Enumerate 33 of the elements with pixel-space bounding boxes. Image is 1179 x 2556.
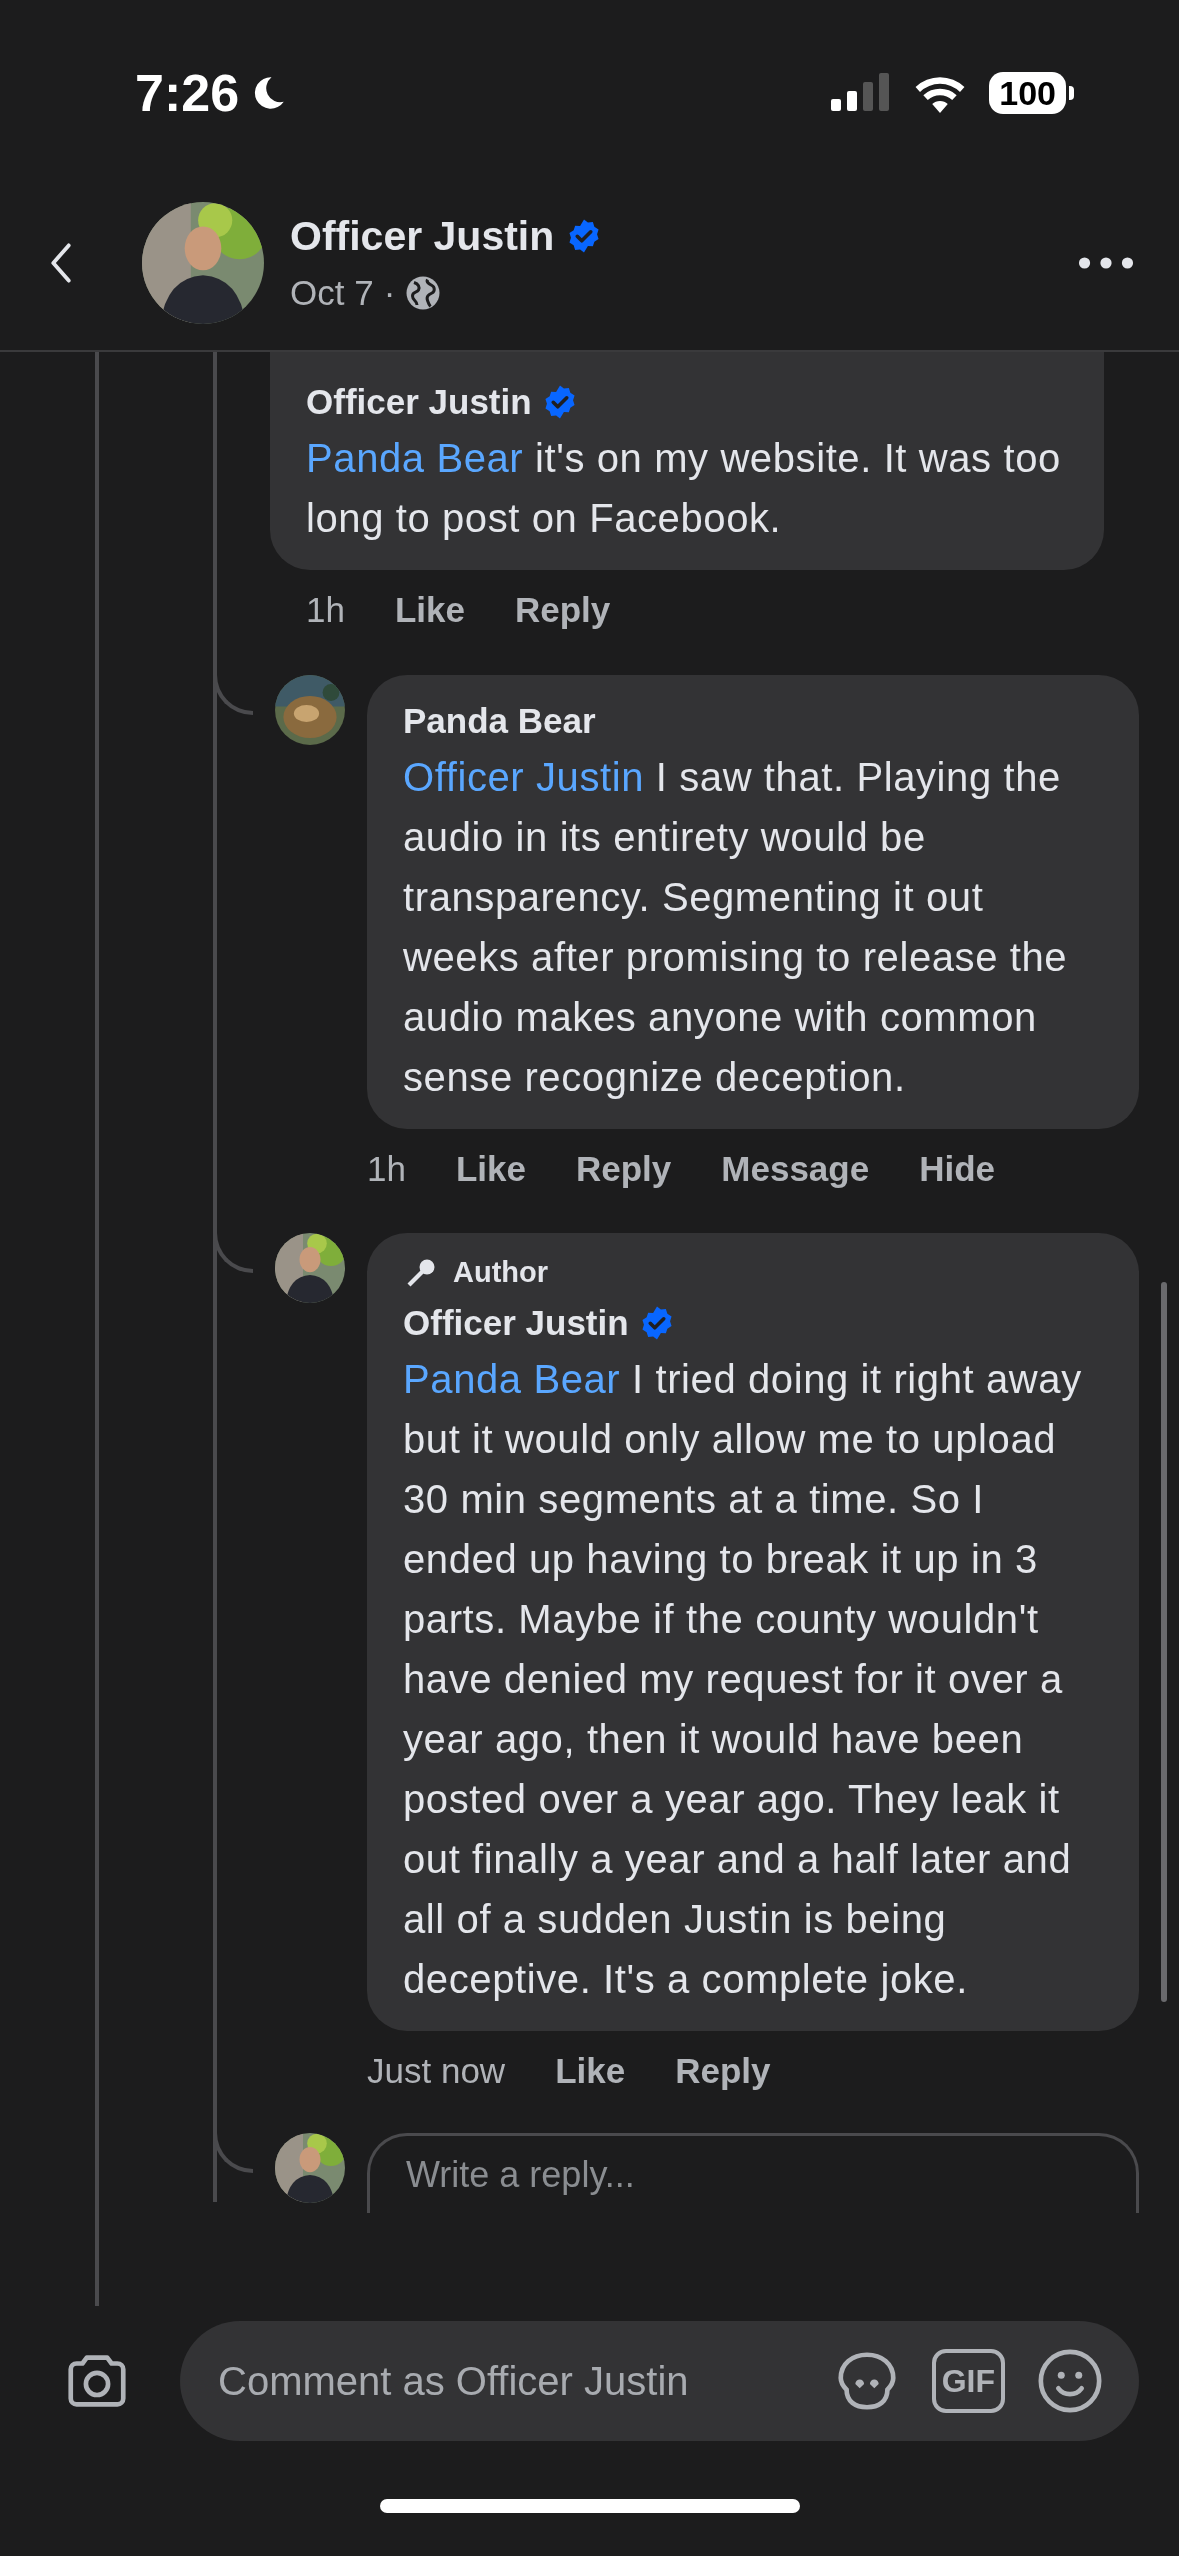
globe-icon [405, 275, 442, 312]
comment-action[interactable]: Reply [576, 1142, 672, 1195]
back-icon[interactable] [50, 241, 72, 284]
post-date: Oct 7 [290, 272, 374, 314]
signal-icon [831, 72, 892, 113]
more-options-icon[interactable] [1078, 255, 1134, 270]
comment-time: 1h [306, 589, 345, 631]
comment-action[interactable]: Like [394, 584, 465, 637]
author-label: Author [453, 1255, 549, 1290]
commenter-name[interactable]: Officer Justin [306, 376, 532, 428]
comment-action[interactable]: Reply [675, 2044, 771, 2097]
comment-time: 1h [367, 1147, 406, 1190]
gif-button[interactable]: GIF [931, 2349, 1005, 2413]
comment-action[interactable]: Reply [515, 584, 611, 637]
reply-field[interactable]: Write a reply... [367, 2133, 1139, 2213]
comment-text: Panda Bear it's on my website. It was too long to post on Facebook. [306, 435, 1062, 542]
comment-action[interactable]: Like [455, 1142, 526, 1195]
mention-link[interactable]: Officer Justin [403, 754, 645, 799]
commenter-name[interactable]: Officer Justin [403, 1296, 629, 1349]
battery-indicator: 100 [989, 71, 1074, 114]
comment-field[interactable]: Comment as Officer Justin GIF [180, 2321, 1139, 2441]
separator-dot: · [383, 272, 396, 314]
commenter-name[interactable]: Panda Bear [403, 694, 596, 747]
comment-text: Officer Justin I saw that. Playing the audio in its entirety would be transparency. Segmenting it out weeks after promising to release the audio makes anyone with common sense recognize deception. [403, 753, 1069, 1101]
mention-link[interactable]: Panda Bear [306, 436, 524, 480]
status-time: 7:26 [135, 62, 240, 124]
mention-link[interactable]: Panda Bear [403, 1356, 621, 1401]
comment-action[interactable]: Like [555, 2044, 626, 2097]
comment-text: Panda Bear I tried doing it right away but it would only allow me to upload 30 min segments at a time. So I ended up having to break it up in 3 parts. Maybe if the county wouldn't have denied my request for it over a year ago, then it would have been posted over a year ago. They leak it out finally a year and a half later and all of a sudden Justin is being deceptive. It's a complete joke. [403, 1355, 1083, 2003]
comment-action[interactable]: Hide [919, 1142, 996, 1195]
comment-action[interactable]: Message [721, 1142, 870, 1195]
page-name[interactable]: Officer Justin [290, 205, 555, 267]
comment-time: Just now [367, 2049, 506, 2092]
